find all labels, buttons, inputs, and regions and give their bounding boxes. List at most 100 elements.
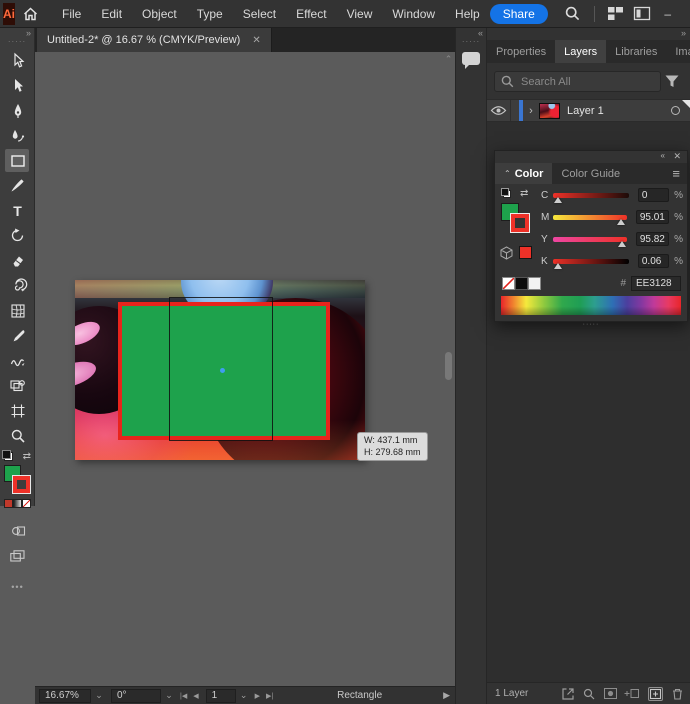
layer-name[interactable]: Layer 1 <box>567 105 604 117</box>
menu-edit[interactable]: Edit <box>91 7 132 21</box>
none-swatch[interactable] <box>502 277 515 290</box>
next-artboard-icon[interactable]: ▶ <box>252 692 263 700</box>
dock-collapse-icon[interactable]: » <box>681 28 686 38</box>
home-icon[interactable] <box>23 7 38 21</box>
layer-target-icon[interactable] <box>671 106 680 115</box>
eyedropper-tool[interactable] <box>0 323 35 348</box>
vertical-scrollbar[interactable]: ⌃ <box>442 52 455 686</box>
document-close-icon[interactable]: ✕ <box>252 35 260 46</box>
scale-tool[interactable] <box>0 273 35 298</box>
panel-resize-grip[interactable]: ····· <box>495 321 687 328</box>
menu-file[interactable]: File <box>52 7 91 21</box>
menu-view[interactable]: View <box>337 7 383 21</box>
swap-fill-stroke-icon[interactable]: ⇄ <box>23 452 31 461</box>
arrange-documents-icon[interactable] <box>629 7 655 20</box>
direct-selection-tool[interactable] <box>0 73 35 98</box>
tab-color-guide[interactable]: Color Guide <box>552 163 629 184</box>
tab-color[interactable]: ⌃ Color <box>495 163 552 184</box>
color-panel-collapse-icon[interactable]: « <box>661 151 665 160</box>
new-sublayer-icon[interactable] <box>626 688 639 699</box>
menu-help[interactable]: Help <box>445 7 490 21</box>
more-tools-button[interactable]: ••• <box>0 582 35 592</box>
eraser-tool[interactable] <box>0 248 35 273</box>
draw-mode-button[interactable] <box>0 518 35 543</box>
make-mask-icon[interactable] <box>604 688 617 699</box>
strip-grip[interactable]: ····· <box>456 37 486 46</box>
placed-image[interactable] <box>75 280 365 460</box>
workspace-switcher-icon[interactable] <box>603 7 629 20</box>
scroll-up-icon[interactable]: ⌃ <box>442 54 455 65</box>
tab-layers[interactable]: Layers <box>555 40 606 63</box>
swap-fill-stroke-icon[interactable]: ⇄ <box>520 188 528 199</box>
status-menu-icon[interactable]: ▶ <box>443 690 455 701</box>
default-fill-stroke-icon[interactable] <box>503 190 511 198</box>
pen-tool[interactable] <box>0 98 35 123</box>
selection-tool[interactable] <box>0 48 35 73</box>
screen-mode-button[interactable] <box>0 543 35 568</box>
none-button[interactable] <box>22 499 31 508</box>
curvature-tool[interactable] <box>0 123 35 148</box>
black-slider[interactable] <box>553 259 629 264</box>
shape-builder-tool[interactable] <box>0 373 35 398</box>
canvas-area[interactable]: W: 437.1 mm H: 279.68 mm ⌃ <box>35 52 455 686</box>
delete-layer-icon[interactable] <box>672 688 683 700</box>
magenta-value-field[interactable]: 95.01 <box>636 210 669 224</box>
minimize-button[interactable]: – <box>655 7 681 21</box>
type-tool[interactable]: T <box>0 198 35 223</box>
artboard-dropdown-icon[interactable]: ⌄ <box>236 690 252 701</box>
yellow-slider[interactable] <box>553 237 627 242</box>
tab-properties[interactable]: Properties <box>487 40 555 63</box>
tab-libraries[interactable]: Libraries <box>606 40 666 63</box>
gamut-color-swatch[interactable] <box>519 246 532 259</box>
cyan-slider[interactable] <box>553 193 629 198</box>
black-swatch[interactable] <box>515 277 528 290</box>
prev-artboard-icon[interactable]: ◀ <box>190 692 201 700</box>
magenta-slider[interactable] <box>553 215 627 220</box>
artboard-tool[interactable] <box>0 398 35 423</box>
gradient-button[interactable] <box>13 499 22 508</box>
new-layer-icon[interactable] <box>648 687 663 701</box>
white-swatch[interactable] <box>528 277 541 290</box>
scrollbar-thumb[interactable] <box>445 352 452 380</box>
tab-image-trace[interactable]: Image Tra <box>666 40 690 63</box>
shaper-tool[interactable] <box>0 348 35 373</box>
black-value-field[interactable]: 0.06 <box>638 254 669 268</box>
last-artboard-icon[interactable]: ▶| <box>263 692 276 700</box>
layer-row[interactable]: › Layer 1 <box>487 99 690 122</box>
stroke-swatch[interactable] <box>13 476 30 493</box>
zoom-dropdown-icon[interactable]: ⌄ <box>91 690 107 701</box>
rectangle-tool[interactable] <box>0 148 35 173</box>
menu-object[interactable]: Object <box>132 7 187 21</box>
filter-icon[interactable] <box>661 75 683 88</box>
out-of-gamut-cube-icon[interactable] <box>500 246 513 263</box>
rotation-dropdown-icon[interactable]: ⌄ <box>161 690 177 701</box>
share-button[interactable]: Share <box>490 4 548 24</box>
stroke-swatch-active[interactable] <box>511 214 529 232</box>
paintbrush-tool[interactable] <box>0 173 35 198</box>
color-panel-menu-icon[interactable]: ≡ <box>665 163 687 184</box>
menu-type[interactable]: Type <box>187 7 233 21</box>
yellow-value-field[interactable]: 95.82 <box>636 232 669 246</box>
hex-value-field[interactable]: EE3128 <box>631 276 681 291</box>
menu-window[interactable]: Window <box>382 7 445 21</box>
rotation-field[interactable]: 0° <box>111 689 161 703</box>
layer-thumbnail[interactable] <box>539 103 560 119</box>
layers-search-input[interactable] <box>494 71 661 92</box>
zoom-tool[interactable] <box>0 423 35 448</box>
maximize-button[interactable]: □ <box>681 7 690 21</box>
first-artboard-icon[interactable]: |◀ <box>177 692 190 700</box>
menu-effect[interactable]: Effect <box>286 7 336 21</box>
document-tab[interactable]: Untitled-2* @ 16.67 % (CMYK/Preview) ✕ <box>37 28 272 52</box>
rotate-tool[interactable] <box>0 223 35 248</box>
visibility-eye-icon[interactable] <box>487 100 511 121</box>
comments-panel-icon[interactable] <box>462 52 480 65</box>
cyan-value-field[interactable]: 0 <box>638 188 669 202</box>
default-fill-stroke-icon[interactable] <box>4 452 13 461</box>
zoom-level-field[interactable]: 16.67% <box>39 689 91 703</box>
mesh-tool[interactable] <box>0 298 35 323</box>
color-panel-close-icon[interactable]: ✕ <box>673 151 681 162</box>
menu-select[interactable]: Select <box>233 7 286 21</box>
color-button[interactable] <box>4 499 13 508</box>
toolbar-grip[interactable]: ····· <box>0 37 34 46</box>
search-icon[interactable] <box>560 6 586 21</box>
